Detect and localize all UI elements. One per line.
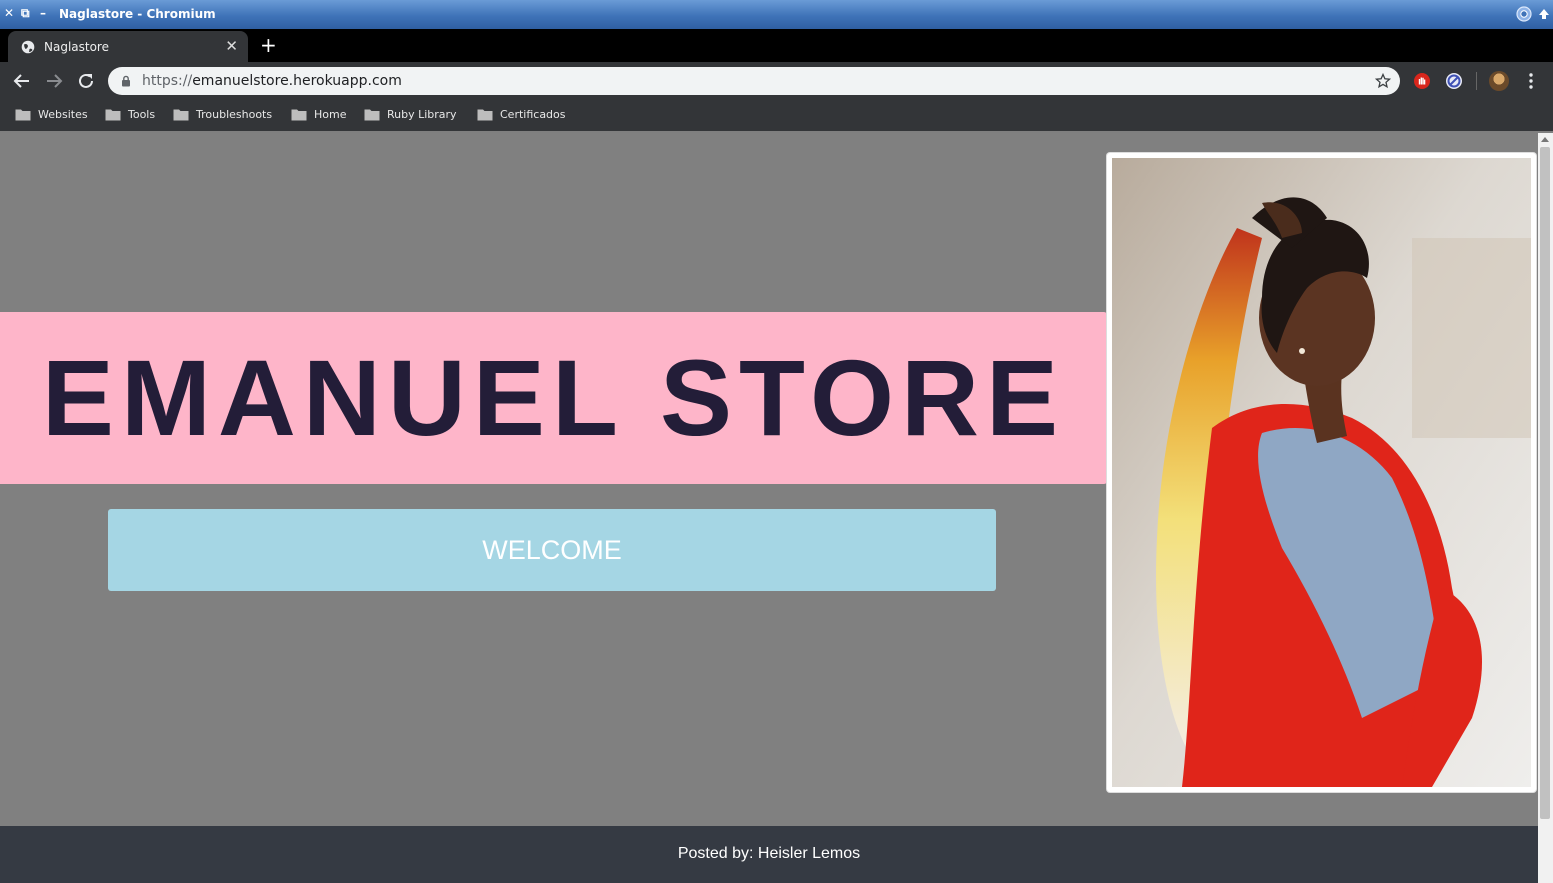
bookmark-label: Certificados	[500, 108, 566, 121]
kebab-menu-icon[interactable]	[1524, 71, 1538, 91]
hero-photo	[1112, 158, 1531, 787]
folder-icon	[477, 109, 493, 121]
folder-icon	[291, 109, 307, 121]
window-restore-icon[interactable]: ⧉	[21, 6, 30, 20]
hero-banner: EMANUEL STORE	[0, 312, 1107, 484]
new-tab-icon[interactable]: +	[260, 33, 277, 57]
bookmark-label: Tools	[128, 108, 156, 121]
scroll-up-arrow-icon[interactable]	[1541, 137, 1549, 142]
web-page: EMANUEL STORE WELCOME Posted by: Heisler…	[0, 133, 1538, 883]
window-minimize-icon[interactable]: –	[40, 6, 46, 20]
window-maximize-arrow-icon[interactable]	[1536, 6, 1552, 22]
store-heading: EMANUEL STORE	[41, 337, 1066, 458]
folder-icon	[15, 109, 31, 121]
globe-icon	[21, 40, 35, 54]
bookmark-label: Home	[314, 108, 347, 121]
folder-icon	[364, 109, 380, 121]
forward-arrow-icon[interactable]	[43, 70, 65, 92]
hero-image-frame	[1107, 153, 1536, 792]
page-footer: Posted by: Heisler Lemos	[0, 826, 1538, 883]
tab-strip: Naglastore ✕	[0, 29, 1553, 62]
url-scheme: https://	[142, 73, 193, 89]
bookmark-label: Ruby Library	[387, 108, 457, 121]
bookmark-label: Websites	[38, 108, 88, 121]
footer-credit: Posted by: Heisler Lemos	[677, 845, 861, 862]
extension-block-icon[interactable]	[1445, 72, 1463, 90]
back-arrow-icon[interactable]	[11, 70, 33, 92]
tab-close-icon[interactable]: ✕	[225, 37, 238, 55]
url-host: emanuelstore.herokuapp.com	[192, 73, 402, 89]
window-title-bar: ✕ ⧉ – Naglastore - Chromium	[0, 0, 1553, 29]
reload-icon[interactable]	[75, 70, 97, 92]
vertical-scrollbar[interactable]	[1538, 133, 1553, 883]
browser-toolbar: https://emanuelstore.herokuapp.com	[0, 62, 1553, 100]
bookmark-label: Troubleshoots	[196, 108, 273, 121]
folder-icon	[105, 109, 121, 121]
chromium-icon	[1516, 6, 1532, 22]
profile-avatar[interactable]	[1489, 71, 1509, 91]
address-bar[interactable]: https://emanuelstore.herokuapp.com	[108, 67, 1400, 95]
welcome-button[interactable]: WELCOME	[108, 509, 996, 591]
folder-icon	[173, 109, 189, 121]
tab-label: Naglastore	[44, 40, 109, 54]
window-close-icon[interactable]: ✕	[4, 6, 14, 20]
tab-naglastore[interactable]: Naglastore ✕	[8, 31, 248, 62]
star-icon[interactable]	[1375, 73, 1391, 89]
lock-icon[interactable]	[120, 75, 132, 87]
scrollbar-thumb[interactable]	[1540, 147, 1550, 819]
window-title: Naglastore - Chromium	[59, 7, 216, 21]
url-text: https://emanuelstore.herokuapp.com	[142, 72, 402, 90]
bookmarks-bar: Websites Tools Troubleshoots Home Ruby L…	[0, 100, 1553, 131]
toolbar-divider	[1476, 72, 1477, 90]
extension-stop-icon[interactable]	[1413, 72, 1431, 90]
